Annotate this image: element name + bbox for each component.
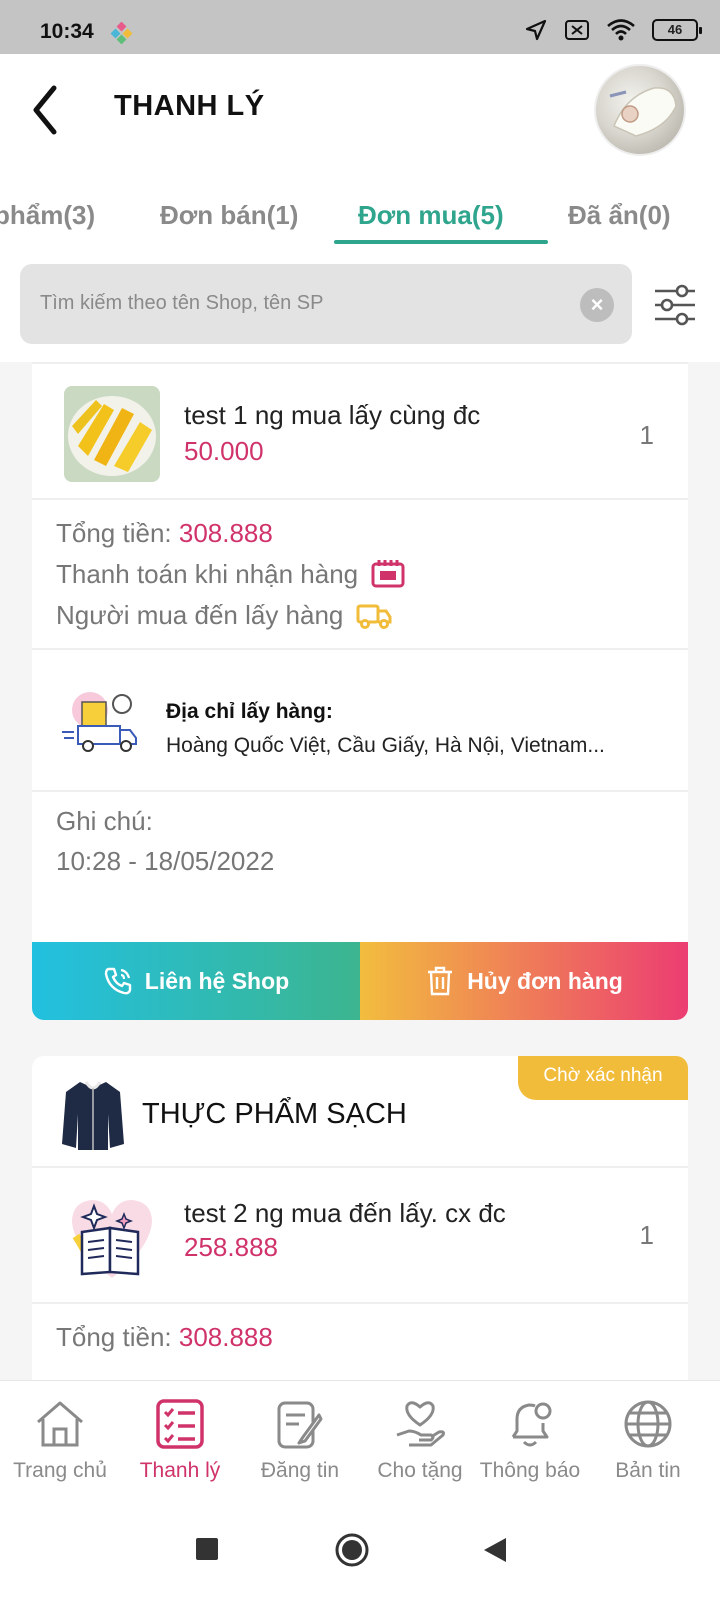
nav-cho-tang-label: Cho tặng xyxy=(377,1459,463,1482)
trash-icon xyxy=(428,966,453,996)
recent-apps-icon[interactable] xyxy=(194,1536,220,1562)
bottom-navigation: Trang chủ Thanh lý Đăng tin Cho tặng Thô… xyxy=(0,1380,720,1504)
contact-shop-label: Liên hệ Shop xyxy=(144,967,290,994)
nav-ban-tin[interactable]: Bản tin xyxy=(588,1381,708,1505)
delivery-text: Người mua đến lấy hàng xyxy=(56,600,344,630)
order-card: test 1 ng mua lấy cùng đc 50.000 1 Tổng … xyxy=(32,362,688,1020)
post-edit-icon xyxy=(277,1401,323,1449)
home-icon xyxy=(37,1401,83,1447)
active-tab-indicator xyxy=(334,240,548,244)
total-label: Tổng tiền: xyxy=(56,518,179,548)
nav-ban-tin-label: Bản tin xyxy=(615,1459,681,1482)
order-tabs: phẩm(3) Đơn bán(1) Đơn mua(5) Đã ẩn(0) xyxy=(0,166,720,250)
cash-on-delivery-icon xyxy=(371,560,405,588)
status-bar: 10:34 46 xyxy=(0,0,720,54)
payment-text: Thanh toán khi nhận hàng xyxy=(56,558,359,589)
battery-indicator: 46 xyxy=(652,19,702,41)
order-note: Ghi chú: 10:28 - 18/05/2022 xyxy=(32,792,688,922)
globe-icon xyxy=(624,1400,672,1448)
contact-shop-button[interactable]: Liên hệ Shop xyxy=(32,942,360,1020)
nav-thanh-ly-label: Thanh lý xyxy=(139,1459,221,1482)
product-name: test 2 ng mua đến lấy. cx đc xyxy=(184,1198,506,1228)
delivery-method: Người mua đến lấy hàng xyxy=(56,600,393,631)
app-notification-icon xyxy=(110,22,133,44)
shop-name: THỰC PHẨM SẠCH xyxy=(142,1098,407,1130)
product-thumbnail xyxy=(64,1188,160,1284)
back-button-icon[interactable] xyxy=(482,1536,508,1564)
total-line: Tổng tiền: 308.888 xyxy=(56,1322,273,1353)
back-icon[interactable] xyxy=(26,82,66,138)
pickup-delivery-illustration-icon xyxy=(62,692,137,752)
product-price: 50.000 xyxy=(184,436,264,466)
product-row[interactable]: test 1 ng mua lấy cùng đc 50.000 1 xyxy=(32,362,688,500)
phone-call-icon xyxy=(104,967,131,995)
search-placeholder: Tìm kiếm theo tên Shop, tên SP xyxy=(40,292,324,314)
system-navigation-bar xyxy=(0,1504,720,1600)
note-time: 10:28 - 18/05/2022 xyxy=(56,846,275,876)
cancel-order-label: Hủy đơn hàng xyxy=(467,967,623,994)
bell-icon xyxy=(511,1402,552,1447)
payment-method: Thanh toán khi nhận hàng xyxy=(56,558,406,590)
tab-products[interactable]: phẩm(3) xyxy=(0,200,95,231)
nav-home-label: Trang chủ xyxy=(13,1459,107,1482)
tab-hidden[interactable]: Đã ẩn(0) xyxy=(568,200,671,231)
pickup-address: Địa chỉ lấy hàng: Hoàng Quốc Việt, Cầu G… xyxy=(32,650,688,792)
status-icons: 46 xyxy=(524,18,702,42)
total-label: Tổng tiền: xyxy=(56,1322,179,1352)
cancel-order-button[interactable]: Hủy đơn hàng xyxy=(360,942,688,1020)
nav-dang-tin[interactable]: Đăng tin xyxy=(240,1381,360,1505)
gift-heart-hand-icon xyxy=(396,1401,445,1447)
nav-thong-bao[interactable]: Thông báo xyxy=(470,1381,590,1505)
book-sparkle-icon xyxy=(72,1200,152,1278)
order-card: Chờ xác nhận THỰC PHẨM SẠCH test 2 ng mu… xyxy=(32,1056,688,1396)
search-bar: Tìm kiếm theo tên Shop, tên SP × xyxy=(0,250,720,362)
nav-cho-tang[interactable]: Cho tặng xyxy=(360,1381,480,1505)
user-avatar[interactable] xyxy=(594,64,686,156)
total-line: Tổng tiền: 308.888 xyxy=(56,518,273,549)
delivery-truck-icon xyxy=(356,604,392,629)
total-value: 308.888 xyxy=(178,518,273,548)
checklist-icon xyxy=(156,1399,204,1449)
product-price: 258.888 xyxy=(184,1232,278,1262)
tab-buy-orders[interactable]: Đơn mua(5) xyxy=(358,200,504,231)
nav-thong-bao-label: Thông báo xyxy=(479,1459,581,1482)
product-quantity: 1 xyxy=(639,420,654,450)
order-summary: Tổng tiền: 308.888 Thanh toán khi nhận h… xyxy=(32,500,688,650)
order-actions: Liên hệ Shop Hủy đơn hàng xyxy=(32,942,688,1020)
avatar-image-icon xyxy=(609,87,677,137)
address-label: Địa chỉ lấy hàng: xyxy=(166,700,333,723)
home-button-icon[interactable] xyxy=(334,1532,370,1568)
nav-home[interactable]: Trang chủ xyxy=(0,1381,120,1505)
shop-logo-jacket-icon xyxy=(62,1081,124,1150)
product-name: test 1 ng mua lấy cùng đc xyxy=(184,400,481,430)
clear-search-icon[interactable]: × xyxy=(580,288,614,322)
no-sim-icon xyxy=(565,20,589,40)
product-thumbnail xyxy=(64,386,160,482)
shop-header[interactable]: THỰC PHẨM SẠCH xyxy=(32,1056,688,1168)
product-row[interactable]: test 2 ng mua đến lấy. cx đc 258.888 1 xyxy=(32,1168,688,1304)
product-quantity: 1 xyxy=(639,1220,654,1250)
tab-sell-orders[interactable]: Đơn bán(1) xyxy=(160,200,298,231)
search-input[interactable]: Tìm kiếm theo tên Shop, tên SP × xyxy=(20,264,632,344)
app-screen: 10:34 46 THANH LÝ phẩm(3) Đơn bán(1) Đơn… xyxy=(0,0,720,1600)
address-value: Hoàng Quốc Việt, Cầu Giấy, Hà Nội, Vietn… xyxy=(166,734,605,757)
mango-image-icon xyxy=(64,386,160,482)
page-title: THANH LÝ xyxy=(114,90,265,122)
total-value: 308.888 xyxy=(178,1322,273,1352)
nav-dang-tin-label: Đăng tin xyxy=(260,1459,340,1482)
note-label: Ghi chú: xyxy=(56,806,153,836)
nav-thanh-ly[interactable]: Thanh lý xyxy=(120,1381,240,1505)
location-arrow-icon xyxy=(525,19,547,41)
filter-icon[interactable] xyxy=(652,282,698,328)
wifi-icon xyxy=(607,19,635,41)
app-header: THANH LÝ xyxy=(0,54,720,166)
status-time: 10:34 xyxy=(40,20,94,43)
